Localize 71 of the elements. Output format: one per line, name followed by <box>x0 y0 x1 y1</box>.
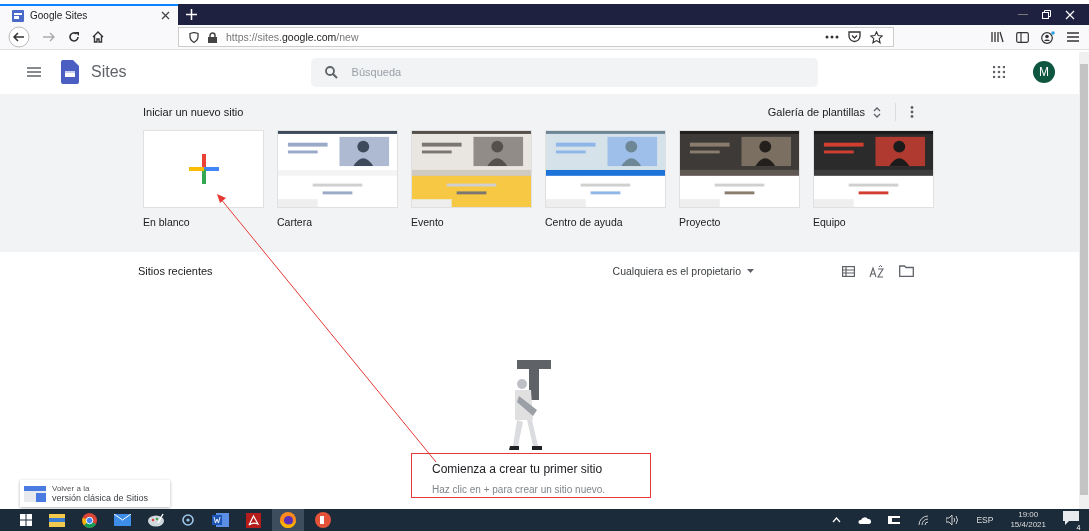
template-name: Cartera <box>277 216 313 228</box>
library-icon[interactable] <box>991 31 1004 43</box>
reload-icon[interactable] <box>68 31 80 43</box>
classic-link-caption: Volver a la <box>52 484 91 493</box>
shield-icon <box>189 31 199 43</box>
star-icon[interactable] <box>870 30 883 44</box>
mail-icon[interactable] <box>114 514 131 526</box>
cloud-icon[interactable] <box>858 516 872 524</box>
taskbar-app-button[interactable] <box>272 509 304 531</box>
section-heading: Sitios recientes <box>138 265 213 277</box>
restore-icon[interactable] <box>1042 10 1051 19</box>
template-name: Proyecto <box>679 216 722 228</box>
template-name: Evento <box>411 216 445 228</box>
wifi-icon[interactable] <box>918 515 930 525</box>
word-icon[interactable] <box>212 513 229 527</box>
empty-state-hint: Haz clic en + para crear un sitio nuevo. <box>432 484 607 495</box>
sidebar-icon[interactable] <box>1016 31 1029 43</box>
speaker-icon[interactable] <box>946 515 960 525</box>
template-name: En blanco <box>143 216 191 228</box>
pocket-icon[interactable] <box>848 31 861 43</box>
paint-palette-icon[interactable] <box>148 513 164 527</box>
fox-browser-icon <box>280 512 296 528</box>
windows-start-icon[interactable] <box>20 514 32 526</box>
app-title: Sites <box>91 63 127 81</box>
browser-tab[interactable]: Google Sites <box>0 4 178 25</box>
blank-template-card[interactable] <box>143 130 264 208</box>
menu-icon[interactable] <box>1067 32 1079 42</box>
account-icon[interactable] <box>1041 30 1055 44</box>
plus-icon <box>188 154 219 184</box>
classic-link-label: versión clásica de Sitios <box>52 493 149 503</box>
scrollbar[interactable] <box>1079 52 1089 509</box>
camera-icon[interactable] <box>181 514 195 526</box>
template-name: Centro de ayuda <box>545 216 624 228</box>
classic-sites-button[interactable]: Volver a la versión clásica de Sitios <box>20 480 170 507</box>
slides-icon[interactable] <box>315 512 331 528</box>
sites-logo-icon <box>61 60 79 84</box>
apps-grid-icon[interactable] <box>993 66 1005 78</box>
owner-filter-dropdown[interactable]: Cualquiera es el propietario <box>612 265 754 277</box>
close-icon[interactable] <box>161 11 170 20</box>
section-heading: Iniciar un nuevo sitio <box>143 106 244 118</box>
more-options-icon[interactable] <box>910 106 914 118</box>
avatar[interactable]: M <box>1033 61 1055 83</box>
home-icon[interactable] <box>92 31 104 43</box>
new-tab-icon[interactable] <box>186 9 197 20</box>
list-view-icon[interactable] <box>842 265 855 277</box>
clock-date: 15/4/2021 <box>1010 520 1046 530</box>
caret-up-icon[interactable] <box>832 517 842 523</box>
address-bar[interactable]: https://sites.google.com/new <box>178 27 894 47</box>
menu-icon[interactable] <box>27 67 41 77</box>
pdf-icon[interactable] <box>246 512 261 528</box>
clock-time: 19:00 <box>1018 510 1039 520</box>
notifications-icon[interactable] <box>1063 511 1079 525</box>
expand-icon <box>873 106 881 118</box>
browser-icon[interactable] <box>82 512 97 528</box>
template-name: Equipo <box>813 216 847 228</box>
lock-icon <box>208 31 217 43</box>
more-icon[interactable] <box>825 35 839 39</box>
template-gallery-toggle[interactable]: Galería de plantillas <box>767 106 881 118</box>
page-layout-icon <box>24 485 46 502</box>
empty-state-title: Comienza a crear tu primer sitio <box>432 462 604 476</box>
dropdown-arrow-icon <box>747 269 754 273</box>
url-text: https://sites.google.com/new <box>226 31 359 43</box>
minimize-icon[interactable] <box>1018 13 1028 16</box>
language-indicator[interactable]: ESP <box>976 515 994 525</box>
folder-icon[interactable] <box>49 513 65 527</box>
search-icon <box>324 65 338 79</box>
folder-icon[interactable] <box>899 265 914 277</box>
sort-icon[interactable] <box>869 264 885 278</box>
sites-logo-icon <box>12 9 24 22</box>
back-icon[interactable] <box>8 26 30 48</box>
search-field[interactable]: Búsqueda <box>310 57 818 87</box>
